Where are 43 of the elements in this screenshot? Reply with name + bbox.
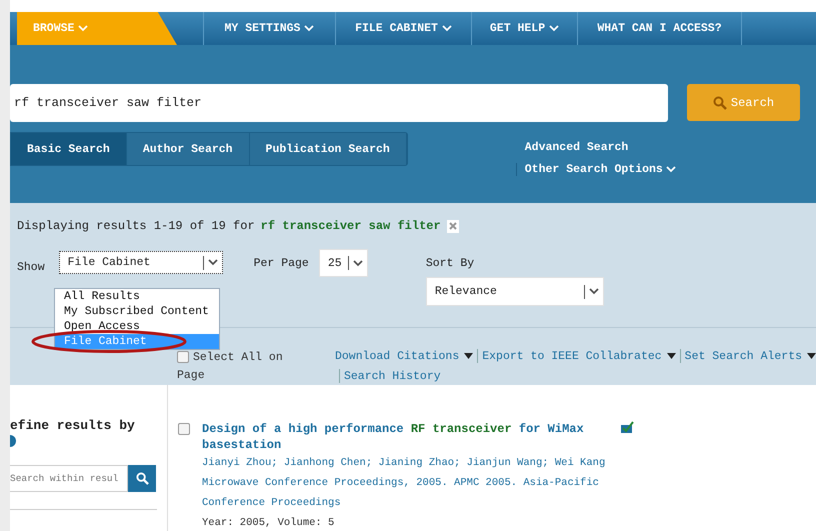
chevron-down-icon (352, 260, 363, 266)
chevron-down-icon (208, 259, 218, 266)
show-select[interactable]: File Cabinet (58, 251, 223, 274)
caret-down-icon (464, 353, 474, 359)
check-box-icon (620, 421, 634, 434)
search-history-link[interactable]: Search History (344, 370, 441, 382)
export-link[interactable]: Export to IEEE Collabratec (482, 350, 676, 362)
search-tab[interactable]: Basic Search (11, 133, 127, 165)
chevron-down-icon (549, 25, 560, 32)
select-all-checkbox[interactable]: Select All on Page (177, 349, 289, 385)
dropdown-option[interactable]: File Cabinet (55, 334, 219, 349)
caret-down-icon (807, 353, 816, 359)
search-icon (136, 472, 148, 485)
clear-query-icon[interactable] (446, 220, 459, 232)
advanced-search-link[interactable]: Advanced Search (516, 141, 676, 154)
search-within-button[interactable] (128, 465, 156, 492)
chevron-down-icon (78, 25, 88, 32)
search-alerts-link[interactable]: Set Search Alerts (684, 350, 816, 362)
result-title-link[interactable]: Design of a high performance RF transceiver for WiMax basestation (202, 421, 612, 453)
other-search-options-link[interactable]: Other Search Options (516, 163, 676, 176)
search-tab[interactable]: Publication Search (250, 133, 407, 165)
search-tab[interactable]: Author Search (126, 133, 250, 165)
per-page-label: Per Page (254, 257, 309, 272)
caret-down-icon (666, 353, 676, 359)
result-meta: Year: 2005, Volume: 5 (202, 516, 336, 531)
sort-select[interactable]: Relevance (426, 277, 604, 306)
sort-by-label: Sort By (426, 257, 476, 270)
search-field[interactable]: rf transceiver saw filter (10, 84, 668, 122)
per-page-select[interactable]: 25 (318, 249, 368, 277)
search-icon (712, 96, 727, 110)
result-venue[interactable]: Microwave Conference Proceedings, 2005. APMC 2005. Asia-Pacific Conference Proceedings (202, 473, 612, 513)
query-text: rf transceiver saw filter (260, 219, 441, 233)
chevron-down-icon (588, 288, 599, 295)
results-summary: Displaying results 1-19 of 19 for (17, 219, 255, 233)
info-icon (10, 435, 16, 447)
show-label: Show (17, 261, 45, 276)
chevron-down-icon (304, 25, 314, 32)
chevron-down-icon (442, 25, 452, 32)
chevron-down-icon (666, 166, 676, 173)
download-citations-link[interactable]: Download Citations (335, 350, 474, 362)
result-authors[interactable]: Jianyi Zhou; Jianhong Chen; Jianing Zhao; Jianjun Wang; Wei Kang (202, 453, 612, 473)
search-within-field[interactable]: Search within resul (10, 465, 128, 492)
refine-heading: efine results by (10, 418, 136, 433)
